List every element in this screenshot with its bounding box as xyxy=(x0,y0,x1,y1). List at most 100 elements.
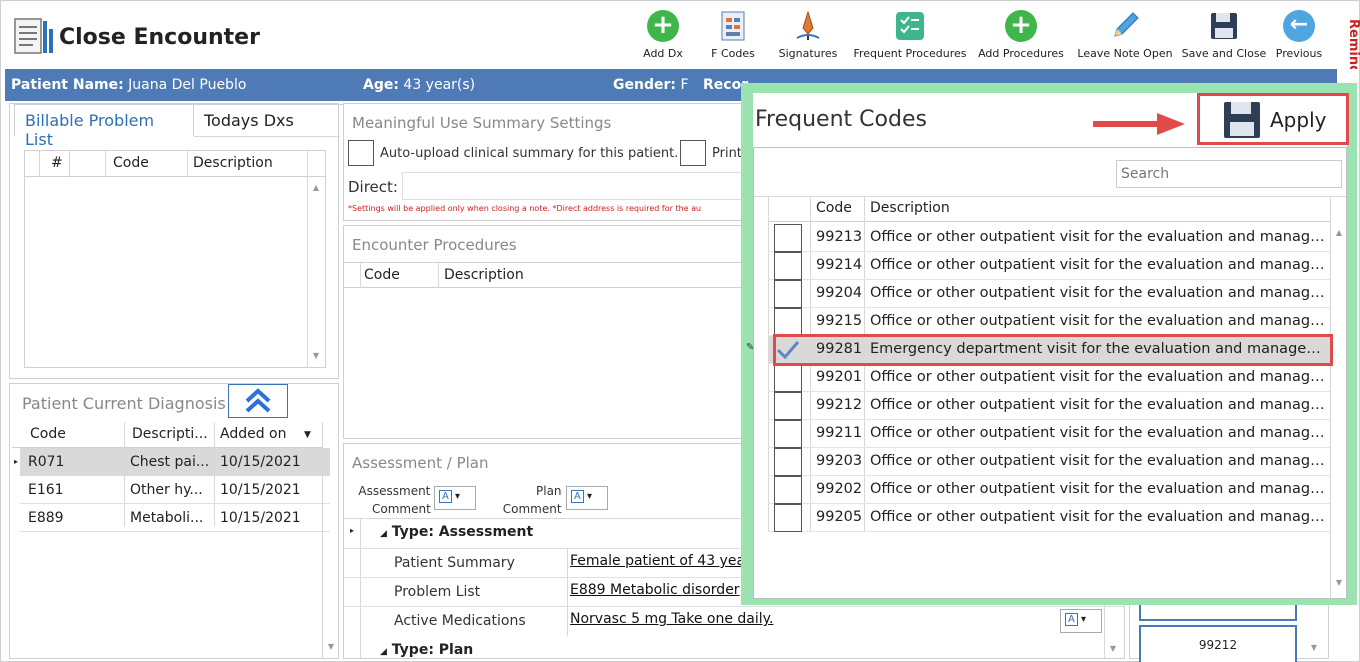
description-cell: Office or other outpatient visit for the… xyxy=(870,285,1330,301)
previous-button[interactable]: ← Previous xyxy=(1275,9,1323,65)
apply-button[interactable]: Apply xyxy=(1197,93,1349,145)
table-row[interactable]: 99215 Office or other outpatient visit fo… xyxy=(768,308,1330,336)
code-cell: 99203 xyxy=(816,453,863,469)
table-row[interactable]: E161 Other hy... 10/15/2021 xyxy=(20,476,330,504)
save-and-close-button[interactable]: Save and Close xyxy=(1181,9,1267,65)
auto-upload-checkbox[interactable] xyxy=(348,140,374,166)
table-row[interactable]: 99212 Office or other outpatient visit fo… xyxy=(768,392,1330,420)
scroll-down-icon[interactable]: ▼ xyxy=(1332,576,1346,590)
checklist-icon xyxy=(893,9,927,43)
mu-title: Meaningful Use Summary Settings xyxy=(352,114,612,132)
description-cell: Office or other outpatient visit for the… xyxy=(870,397,1330,413)
table-row[interactable]: 99211 Office or other outpatient visit fo… xyxy=(768,420,1330,448)
pencil-icon xyxy=(1108,9,1142,43)
floppy-disk-icon xyxy=(1207,9,1241,43)
row-checkbox[interactable] xyxy=(774,224,802,252)
row-checkbox[interactable] xyxy=(774,308,802,336)
scroll-up-icon[interactable]: ▲ xyxy=(309,181,323,195)
leave-note-open-button[interactable]: Leave Note Open xyxy=(1077,9,1173,65)
patient-gender: F xyxy=(680,77,689,93)
selected-row-highlight xyxy=(773,334,1333,366)
scroll-up-icon[interactable]: ▲ xyxy=(1332,226,1346,240)
scroll-down-icon[interactable]: ▼ xyxy=(324,640,338,654)
row-checkbox[interactable] xyxy=(774,252,802,280)
tab-todays-dxs[interactable]: Todays Dxs xyxy=(194,104,344,136)
red-arrow-icon xyxy=(1093,113,1185,135)
diagnosis-panel: Patient Current Diagnosis Code Descripti… xyxy=(9,383,339,659)
plus-circle-icon: + xyxy=(1005,10,1037,42)
code-cell: 99205 xyxy=(816,509,863,525)
scroll-down-icon[interactable]: ▼ xyxy=(1307,641,1321,655)
code-cell: 99201 xyxy=(816,369,863,385)
assessment-comment-dropdown[interactable]: A ▾ xyxy=(434,486,476,510)
type-plan-group[interactable]: ◢ Type: Plan xyxy=(380,642,473,658)
scroll-down-icon[interactable]: ▼ xyxy=(1106,642,1120,656)
scroll-down-icon[interactable]: ▼ xyxy=(309,349,323,363)
collapse-button[interactable] xyxy=(228,384,288,418)
plan-comment-dropdown[interactable]: A ▾ xyxy=(566,486,608,510)
edit-pencil-icon: ✎ xyxy=(746,342,755,353)
code-cell: 99202 xyxy=(816,481,863,497)
row-checkbox[interactable] xyxy=(774,448,802,476)
description-cell: Office or other outpatient visit for the… xyxy=(870,425,1330,441)
row-pointer-icon: ▸ xyxy=(14,457,19,466)
patient-age: 43 year(s) xyxy=(403,77,476,93)
collapse-triangle-icon: ◢ xyxy=(380,647,387,657)
description-cell: Office or other outpatient visit for the… xyxy=(870,369,1330,385)
text-format-icon: A xyxy=(1065,613,1078,626)
code-cell: 99211 xyxy=(816,425,863,441)
frequent-codes-header-row: Code Description xyxy=(768,196,1330,222)
billable-panel: Billable Problem List Todays Dxs # Code … xyxy=(9,103,344,379)
row-checkbox[interactable] xyxy=(774,392,802,420)
plus-circle-icon: + xyxy=(647,10,679,42)
row-checkbox[interactable] xyxy=(774,364,802,392)
window-title: Close Encounter xyxy=(59,25,260,50)
procedure-button-99212[interactable]: 99212 xyxy=(1139,625,1297,662)
row-pointer-icon: ▸ xyxy=(350,526,355,535)
table-row[interactable]: E889 Metaboli... 10/15/2021 xyxy=(20,504,330,532)
table-row[interactable]: ▸ R071 Chest pai... 10/15/2021 xyxy=(14,448,330,476)
document-icon xyxy=(13,17,55,57)
code-cell: 99215 xyxy=(816,313,863,329)
row-checkbox[interactable] xyxy=(774,420,802,448)
table-row[interactable]: 99201 Office or other outpatient visit fo… xyxy=(768,364,1330,392)
row-checkbox[interactable] xyxy=(774,280,802,308)
assessment-title: Assessment / Plan xyxy=(352,454,489,472)
list-item[interactable]: Active Medications Norvasc 5 mg Take one… xyxy=(344,606,1124,635)
description-cell: Office or other outpatient visit for the… xyxy=(870,509,1330,525)
frequent-codes-title: Frequent Codes xyxy=(755,107,927,132)
table-row[interactable]: 99203 Office or other outpatient visit fo… xyxy=(768,448,1330,476)
type-assessment-group[interactable]: ◢ Type: Assessment xyxy=(380,524,533,540)
row-checkbox[interactable] xyxy=(774,476,802,504)
medication-comment-dropdown[interactable]: A ▾ xyxy=(1060,609,1102,633)
search-input[interactable]: Search xyxy=(1116,160,1342,188)
direct-address-input[interactable] xyxy=(402,172,742,200)
print-checkbox[interactable] xyxy=(680,140,706,166)
table-row[interactable]: 99205 Office or other outpatient visit fo… xyxy=(768,504,1330,532)
table-row[interactable]: 99202 Office or other outpatient visit fo… xyxy=(768,476,1330,504)
procedures-title: Encounter Procedures xyxy=(352,236,517,254)
frequent-procedures-button[interactable]: Frequent Procedures xyxy=(853,9,967,65)
code-cell: 99212 xyxy=(816,397,863,413)
description-cell: Office or other outpatient visit for the… xyxy=(870,313,1330,329)
tab-billable-problem-list[interactable]: Billable Problem List xyxy=(14,104,194,149)
add-procedures-button[interactable]: + Add Procedures xyxy=(975,9,1067,65)
table-row[interactable]: 99213 Office or other outpatient visit fo… xyxy=(768,224,1330,252)
double-chevron-up-icon xyxy=(245,388,271,413)
text-format-icon: A xyxy=(571,490,584,503)
f-codes-icon xyxy=(716,9,750,43)
close-encounter-window: Close Encounter + Add Dx F Codes Signatu… xyxy=(0,0,1360,662)
table-row[interactable]: 99204 Office or other outpatient visit fo… xyxy=(768,280,1330,308)
sort-down-icon[interactable]: ▼ xyxy=(304,430,311,440)
f-codes-button[interactable]: F Codes xyxy=(707,9,759,65)
row-checkbox[interactable] xyxy=(774,504,802,532)
signatures-button[interactable]: Signatures xyxy=(777,9,839,65)
reminders-tab[interactable]: Reminders xyxy=(1337,19,1360,69)
meaningful-use-panel: Meaningful Use Summary Settings Auto-upl… xyxy=(343,103,743,221)
billable-grid: # Code Description ▲ ▼ xyxy=(24,150,326,368)
code-cell: 99204 xyxy=(816,285,863,301)
add-dx-button[interactable]: + Add Dx xyxy=(639,9,687,65)
description-cell: Office or other outpatient visit for the… xyxy=(870,229,1330,245)
table-row[interactable]: 99214 Office or other outpatient visit fo… xyxy=(768,252,1330,280)
arrow-left-icon: ← xyxy=(1283,10,1315,42)
